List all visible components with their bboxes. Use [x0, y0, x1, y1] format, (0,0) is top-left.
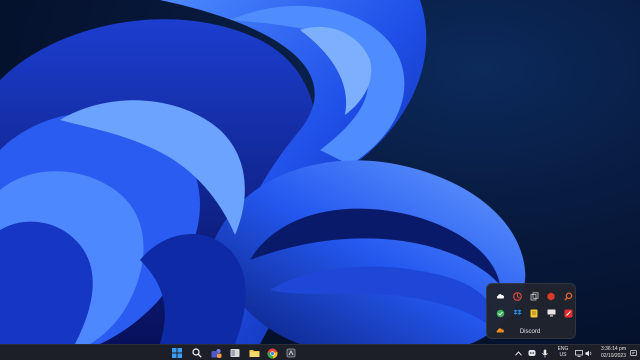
discord-tray-button[interactable]: [527, 347, 537, 359]
red-app-icon[interactable]: [560, 305, 576, 321]
teams-button[interactable]: [210, 347, 222, 359]
show-hidden-icons-button[interactable]: [513, 347, 523, 359]
monitor-network-icon: [574, 349, 583, 357]
search-tool-icon-glyph: [563, 291, 572, 301]
dropbox-icon-glyph: [513, 309, 521, 315]
chrome-icon: [266, 348, 278, 359]
chrome-button[interactable]: [266, 347, 278, 359]
widgets-button[interactable]: [229, 347, 241, 359]
sync-icon-glyph: [496, 309, 504, 317]
clock[interactable]: 3:36:14 pm 02/10/2023: [596, 346, 626, 360]
app-icon: [286, 348, 296, 358]
clock-date: 02/10/2023: [600, 352, 626, 359]
windows-logo-icon: [172, 348, 182, 358]
tooltip-discord: Discord: [519, 329, 541, 335]
sync-icon[interactable]: [492, 305, 508, 321]
start-button[interactable]: [171, 347, 183, 359]
file-explorer-button[interactable]: [248, 347, 260, 359]
notes-icon-glyph: [530, 309, 538, 317]
chevron-up-icon: [514, 350, 522, 356]
dropbox-icon[interactable]: [509, 305, 525, 321]
monitor-icon[interactable]: [543, 305, 559, 321]
discord-icon: [528, 350, 536, 356]
language-indicator[interactable]: ENG US: [555, 346, 571, 360]
notification-icon: [630, 349, 637, 356]
widgets-icon: [230, 349, 240, 357]
onedrive-icon-glyph: [496, 294, 504, 299]
app-red-icon-glyph: [547, 292, 555, 300]
search-tool-icon[interactable]: [560, 288, 576, 304]
search-icon: [192, 348, 202, 358]
taskbar: ENG US 3:36:14 pm 02/10/2023: [0, 344, 640, 360]
notifications-button[interactable]: [629, 347, 638, 359]
security-icon-glyph: [512, 291, 522, 301]
cloud-orange-icon[interactable]: [492, 322, 508, 338]
microphone-icon: [542, 349, 548, 357]
app-button[interactable]: [285, 347, 297, 359]
speaker-icon: [585, 350, 591, 356]
microphone-button[interactable]: [541, 347, 549, 359]
notes-icon[interactable]: [526, 305, 542, 321]
keyboard-layout: US: [559, 352, 567, 358]
network-button[interactable]: [574, 347, 583, 359]
onedrive-icon[interactable]: [492, 288, 508, 304]
monitor-icon-glyph: [547, 309, 555, 317]
cloud-orange-icon-glyph: [496, 328, 504, 333]
folder-icon: [249, 350, 259, 357]
clock-time: 3:36:14 pm: [600, 346, 626, 352]
teams-icon: [211, 348, 221, 358]
copy-icon[interactable]: [526, 288, 542, 304]
app-red-icon[interactable]: [543, 288, 559, 304]
volume-button[interactable]: [584, 347, 593, 359]
red-app-icon-glyph: [564, 309, 572, 317]
search-button[interactable]: [191, 347, 203, 359]
security-icon[interactable]: [509, 288, 525, 304]
copy-icon-glyph: [530, 291, 538, 300]
